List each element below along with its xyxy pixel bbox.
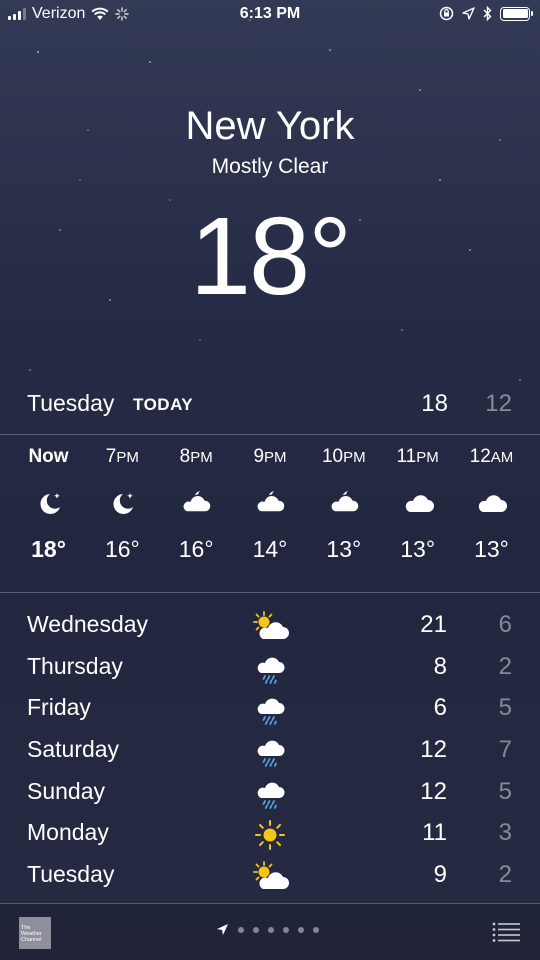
page-dot[interactable]: [238, 926, 244, 933]
city-list-icon[interactable]: [492, 922, 520, 942]
location-services-icon: [462, 7, 475, 20]
day-high: 12: [420, 777, 447, 805]
day-name: Sunday: [27, 777, 106, 804]
day-high: 6: [433, 694, 447, 722]
day-high: 11: [422, 819, 447, 847]
rain-icon: [250, 776, 290, 812]
day-name: Friday: [27, 694, 91, 721]
day-name: Monday: [27, 819, 109, 846]
cloud-icon: [381, 480, 454, 528]
page-dot[interactable]: [253, 926, 259, 933]
status-bar: Verizon 6:13 PM: [0, 0, 540, 30]
cloud-icon: [455, 480, 528, 528]
weather-condition: Mostly Clear: [211, 155, 329, 178]
today-high: 18: [421, 390, 448, 417]
hourly-item: 11PM 13°: [381, 446, 454, 563]
today-day-name: Tuesday: [27, 390, 115, 416]
day-low: 6: [498, 611, 512, 638]
day-high: 21: [420, 611, 447, 638]
partly-sunny-icon: [250, 859, 290, 895]
divider: [0, 434, 540, 435]
day-high: 9: [433, 861, 447, 889]
divider: [0, 592, 540, 593]
page-dot[interactable]: [283, 926, 289, 933]
today-low: 12: [485, 390, 512, 417]
weather-channel-logo[interactable]: The Weather Channel: [19, 917, 51, 949]
battery-icon: [500, 6, 533, 21]
rain-icon: [250, 734, 290, 770]
partly-cloudy-night-icon: [233, 480, 306, 528]
partly-cloudy-night-icon: [160, 480, 233, 528]
hour-label: Now: [28, 446, 69, 467]
hour-label: 9PM: [253, 446, 287, 467]
moon-icon: [12, 480, 85, 528]
hourly-item: 7PM 16°: [86, 446, 159, 563]
hourly-item: 10PM 13°: [307, 446, 380, 563]
hourly-item: 8PM 16°: [160, 446, 233, 563]
day-low: 7: [498, 736, 512, 764]
hour-label: 12AM: [469, 446, 514, 467]
current-location-icon: [217, 924, 228, 935]
current-temperature: 18°: [189, 195, 352, 318]
day-low: 5: [498, 777, 512, 805]
hourly-forecast[interactable]: Now 18° 7PM 16° 8PM 16° 9PM 14° 10PM 13° 11PM 13° 12…: [12, 446, 528, 563]
hourly-item: 9PM 14°: [233, 446, 306, 563]
orientation-lock-icon: [439, 6, 454, 21]
day-name: Saturday: [27, 736, 120, 763]
daily-row: Thursday 8 2: [0, 649, 540, 691]
today-summary-row: Tuesday TODAY 18 12: [0, 388, 540, 424]
day-name: Wednesday: [27, 611, 149, 637]
day-high: 12: [420, 736, 447, 764]
day-name: Thursday: [27, 652, 123, 679]
battery-level: [502, 9, 528, 18]
day-low: 3: [498, 819, 512, 847]
hour-label: 11PM: [396, 446, 439, 467]
hour-temperature: 16°: [178, 536, 214, 562]
bottom-bar: The Weather Channel: [0, 903, 540, 960]
hour-label: 10PM: [321, 446, 366, 467]
daily-row: Sunday 12 5: [0, 774, 540, 816]
day-low: 5: [498, 694, 512, 722]
daily-row: Tuesday 9 2: [0, 857, 540, 899]
today-label: TODAY: [133, 395, 194, 414]
day-low: 2: [498, 652, 512, 680]
hour-temperature: 18°: [31, 536, 66, 562]
daily-forecast[interactable]: Wednesday 21 6 Thursday 8 2 Friday 6 5 Saturday 12…: [0, 607, 540, 899]
day-low: 2: [498, 861, 512, 889]
daily-row: Wednesday 21 6: [0, 607, 540, 649]
hourly-item: Now 18°: [12, 446, 85, 563]
partly-cloudy-night-icon: [307, 480, 380, 528]
daily-row: Friday 6 5: [0, 690, 540, 732]
daily-row: Saturday 12 7: [0, 732, 540, 774]
page-dot[interactable]: [268, 926, 274, 933]
page-dot[interactable]: [313, 926, 319, 933]
city-name: New York: [185, 104, 355, 148]
page-indicator[interactable]: [216, 923, 319, 936]
hour-label: 8PM: [179, 446, 213, 467]
bluetooth-icon: [483, 6, 492, 21]
hourly-item: 12AM 13°: [455, 446, 528, 563]
hour-label: 7PM: [105, 446, 139, 467]
hour-temperature: 13°: [474, 536, 509, 562]
rain-icon: [250, 651, 290, 687]
moon-icon: [86, 480, 159, 528]
day-name: Tuesday: [27, 861, 115, 888]
status-right: [439, 6, 533, 21]
sun-icon: [250, 817, 290, 853]
partly-sunny-icon: [250, 609, 290, 645]
rain-icon: [250, 692, 290, 728]
day-high: 8: [433, 652, 447, 680]
hour-temperature: 13°: [400, 536, 436, 562]
page-dot[interactable]: [298, 926, 304, 933]
hour-temperature: 14°: [252, 536, 288, 562]
hour-temperature: 16°: [104, 536, 140, 562]
daily-row: Monday 11 3: [0, 815, 540, 857]
hour-temperature: 13°: [326, 536, 362, 562]
